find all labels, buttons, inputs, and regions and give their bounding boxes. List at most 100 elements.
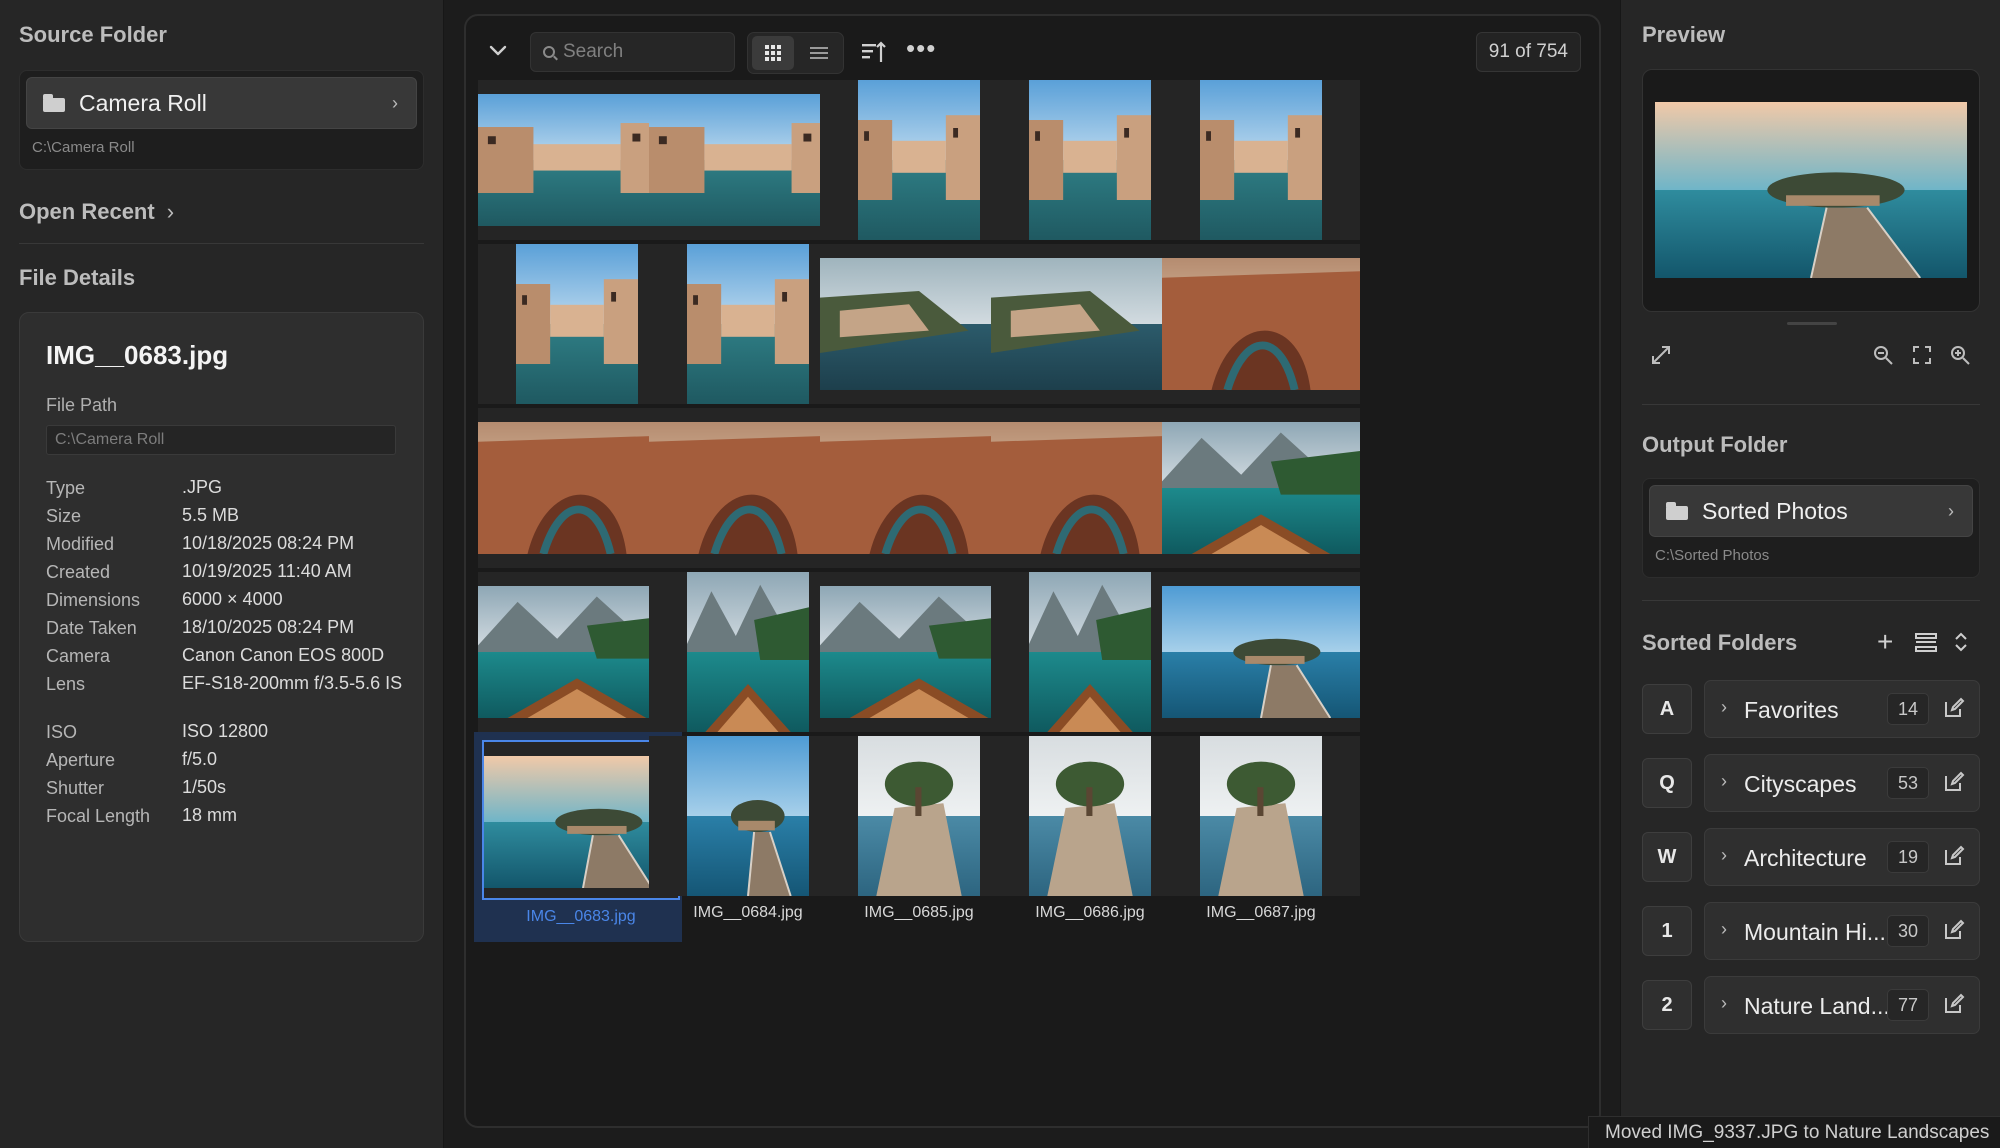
- file-details-title: File Details: [19, 265, 136, 290]
- sorted-folder-row[interactable]: › Favorites 14: [1704, 680, 1980, 738]
- chevron-right-icon: ›: [392, 92, 398, 113]
- preview-title: Preview: [1642, 22, 1726, 47]
- chevron-right-icon: ›: [1948, 500, 1954, 521]
- output-folder-name: Sorted Photos: [1702, 497, 1848, 524]
- file-path-label: File Path: [46, 395, 118, 415]
- detail-label: Modified: [46, 534, 115, 554]
- open-recent-label: Open Recent: [19, 199, 155, 224]
- detail-value: 1/50s: [182, 777, 227, 797]
- shortcut-key-badge: 1: [1642, 906, 1692, 956]
- chevron-right-icon[interactable]: ›: [1721, 771, 1727, 792]
- thumbnail-image: [1162, 244, 1360, 404]
- zoom-in-icon[interactable]: [1949, 344, 1971, 366]
- chevron-right-icon[interactable]: ›: [1721, 919, 1727, 940]
- detail-label: Size: [46, 506, 82, 526]
- detail-value: f/5.0: [182, 749, 218, 769]
- sort-icon[interactable]: [860, 38, 888, 66]
- status-toast: Moved IMG_9337.JPG to Nature Landscapes: [1588, 1116, 2000, 1148]
- detail-value: 10/18/2025 08:24 PM: [182, 533, 355, 553]
- right-panel: Preview Output Folder Sorted Photos › C:…: [1620, 0, 2000, 1148]
- item-count: 91 of 754: [1475, 32, 1581, 72]
- chevron-right-icon: ›: [166, 199, 175, 224]
- detail-value: EF-S18-200mm f/3.5-5.6 IS: [182, 673, 403, 693]
- sorted-folder-name: Cityscapes: [1744, 771, 1857, 797]
- edit-icon[interactable]: [1942, 844, 1966, 868]
- source-folder-button[interactable]: Camera Roll ›: [26, 77, 417, 129]
- sorted-folders-title: Sorted Folders: [1642, 630, 1798, 655]
- folder-icon: [43, 94, 67, 112]
- list-view-button[interactable]: [798, 36, 840, 70]
- output-folder-path: C:\Sorted Photos: [1655, 547, 1770, 564]
- search-box: [530, 32, 735, 72]
- edit-icon[interactable]: [1942, 770, 1966, 794]
- sorted-folder-row[interactable]: › Nature Land... 77: [1704, 976, 1980, 1034]
- grid-view-button[interactable]: [752, 36, 794, 70]
- file-path-field[interactable]: [46, 425, 396, 455]
- thumbnail-image: [1162, 408, 1360, 568]
- left-panel: Source Folder Camera Roll › C:\Camera Ro…: [0, 0, 444, 1148]
- thumbnail-image: [1162, 736, 1360, 896]
- file-details-card: IMG__0683.jpg File Path Type .JPG Size 5.5 …: [19, 312, 424, 942]
- sorted-folder-row[interactable]: › Mountain Hi... 30: [1704, 902, 1980, 960]
- detail-value: Canon Canon EOS 800D: [182, 645, 385, 665]
- detail-label: Type: [46, 478, 86, 498]
- manage-folders-icon[interactable]: [1915, 633, 1937, 653]
- fit-screen-icon[interactable]: [1911, 344, 1933, 366]
- detail-label: Aperture: [46, 750, 116, 770]
- sorted-folder-name: Mountain Hi...: [1744, 919, 1886, 945]
- divider: [19, 243, 424, 244]
- resize-grip[interactable]: [1787, 322, 1837, 325]
- chevron-down-icon[interactable]: [486, 38, 510, 62]
- preview-image: [1655, 102, 1967, 278]
- edit-icon[interactable]: [1942, 696, 1966, 720]
- thumbnail-item[interactable]: IMG__0687.jpg: [1158, 732, 1366, 932]
- add-folder-icon[interactable]: +: [1877, 626, 1893, 658]
- detail-label: ISO: [46, 722, 78, 742]
- sorted-folder-name: Favorites: [1744, 697, 1839, 723]
- sorted-folder-name: Nature Land...: [1744, 993, 1890, 1019]
- sorted-folder-name: Architecture: [1744, 845, 1867, 871]
- chevron-right-icon[interactable]: ›: [1721, 993, 1727, 1014]
- zoom-out-icon[interactable]: [1872, 344, 1894, 366]
- source-folder-title: Source Folder: [19, 22, 167, 47]
- shortcut-key-badge: Q: [1642, 758, 1692, 808]
- chevron-right-icon[interactable]: ›: [1721, 845, 1727, 866]
- detail-label: Dimensions: [46, 590, 141, 610]
- sorted-folder-count: 53: [1887, 767, 1929, 799]
- search-icon: [543, 46, 555, 58]
- detail-value: .JPG: [182, 477, 223, 497]
- edit-icon[interactable]: [1942, 992, 1966, 1016]
- search-input[interactable]: [563, 41, 723, 63]
- output-folder-title: Output Folder: [1642, 432, 1788, 457]
- detail-label: Lens: [46, 674, 86, 694]
- expand-icon[interactable]: [1650, 344, 1672, 366]
- browser-panel: ••• 91 of 754 DSCF0012.jpg: [464, 14, 1601, 1128]
- more-options-icon[interactable]: •••: [906, 35, 936, 63]
- detail-value: ISO 12800: [182, 721, 269, 741]
- detail-value: 18/10/2025 08:24 PM: [182, 617, 355, 637]
- output-folder-button[interactable]: Sorted Photos ›: [1649, 485, 1973, 537]
- detail-value: 10/19/2025 11:40 AM: [182, 561, 352, 581]
- sorted-folder-count: 19: [1887, 841, 1929, 873]
- detail-label: Shutter: [46, 778, 105, 798]
- sorted-folder-row[interactable]: › Cityscapes 53: [1704, 754, 1980, 812]
- shortcut-key-badge: W: [1642, 832, 1692, 882]
- open-recent-button[interactable]: Open Recent ›: [19, 198, 174, 226]
- thumbnail-image: [1162, 80, 1360, 240]
- source-folder-name: Camera Roll: [79, 89, 207, 116]
- sorted-folder-row[interactable]: › Architecture 19: [1704, 828, 1980, 886]
- thumbnail-image: [1162, 572, 1360, 732]
- folder-icon: [1666, 502, 1690, 520]
- detail-label: Date Taken: [46, 618, 137, 638]
- edit-icon[interactable]: [1942, 918, 1966, 942]
- sorted-folder-count: 77: [1887, 989, 1929, 1021]
- shortcut-key-badge: 2: [1642, 980, 1692, 1030]
- reorder-icon[interactable]: [1954, 630, 1968, 654]
- details-filename: IMG__0683.jpg: [46, 340, 229, 370]
- detail-label: Camera: [46, 646, 111, 666]
- output-folder-box: Sorted Photos › C:\Sorted Photos: [1642, 478, 1980, 578]
- chevron-right-icon[interactable]: ›: [1721, 697, 1727, 718]
- source-folder-box: Camera Roll › C:\Camera Roll: [19, 70, 424, 170]
- divider: [1642, 404, 1980, 405]
- source-folder-path: C:\Camera Roll: [32, 139, 135, 156]
